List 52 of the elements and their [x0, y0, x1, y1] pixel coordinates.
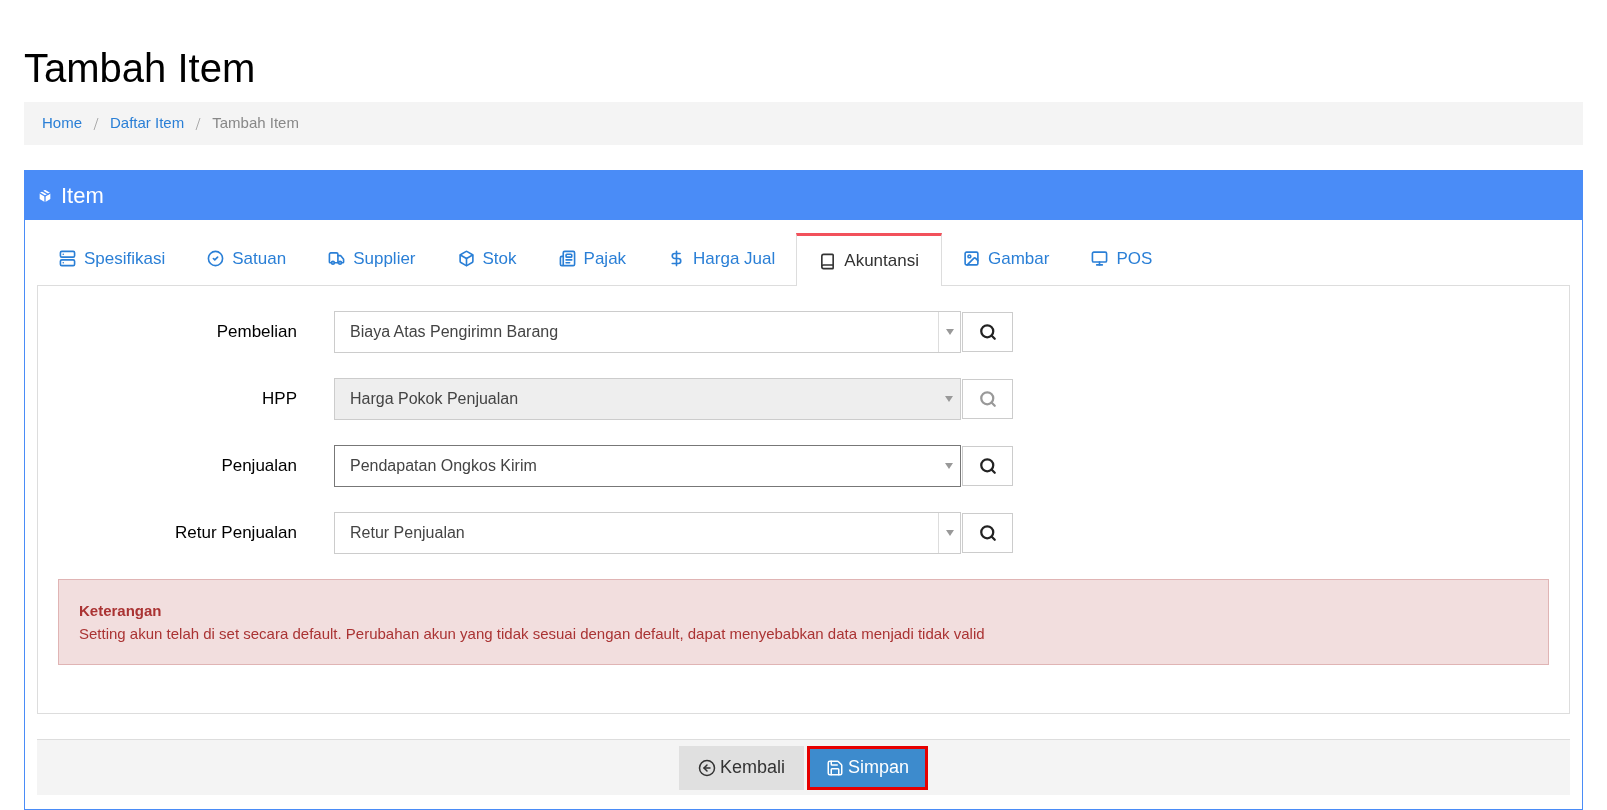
breadcrumb-separator-icon [93, 117, 99, 130]
image-icon [963, 250, 980, 267]
search-button[interactable] [962, 312, 1013, 352]
alert-title: Keterangan [79, 601, 162, 621]
table-icon [558, 250, 576, 267]
account-select[interactable]: Biaya Atas Pengirimn Barang [334, 311, 961, 353]
alert-text: Setting akun telah di set secara default. Perubahan akun yang tidak sesuai dengan default, dapat menyebabkan data menjadi tidak valid [79, 623, 985, 644]
dropdown-caret-icon [945, 530, 954, 536]
search-icon [978, 390, 997, 408]
tab[interactable]: Harga Jual [647, 232, 797, 285]
field-label: Penjualan [220, 455, 298, 478]
save-button[interactable]: Simpan [807, 745, 929, 790]
back-button[interactable]: Kembali [678, 745, 804, 790]
book-icon [819, 252, 837, 270]
field-label: Pembelian [215, 321, 298, 344]
search-icon [978, 323, 997, 341]
list-icon [59, 250, 76, 267]
breadcrumb-link[interactable]: Daftar Item [110, 112, 185, 135]
search-button[interactable] [962, 446, 1013, 486]
tab[interactable]: Spesifikasi [38, 232, 187, 285]
cube-icon [37, 187, 53, 204]
tab[interactable]: Satuan [186, 232, 308, 285]
tab[interactable]: Pajak [537, 232, 648, 285]
account-select[interactable]: Pendapatan Ongkos Kirim [334, 445, 961, 487]
left-arrow-circle-icon [697, 758, 716, 777]
dropdown-caret-icon [945, 463, 953, 469]
breadcrumb-separator-icon [195, 117, 202, 130]
search-icon [978, 457, 997, 475]
monitor-icon [1091, 250, 1109, 267]
breadcrumb-link[interactable]: Home [42, 112, 82, 135]
panel-title: Item [61, 182, 104, 210]
truck-icon [328, 250, 346, 267]
breadcrumb-current: Tambah Item [212, 113, 299, 134]
select-value: Retur Penjualan [349, 523, 466, 543]
tab[interactable]: POS [1070, 232, 1174, 285]
tab[interactable]: Akuntansi [796, 233, 942, 286]
dropdown-caret-icon [945, 396, 953, 402]
check-circle-icon [207, 250, 225, 267]
tab[interactable]: Gambar [942, 232, 1071, 285]
page-title: Tambah Item [24, 45, 256, 92]
tab[interactable]: Supplier [307, 232, 437, 285]
select-value: Harga Pokok Penjualan [349, 389, 520, 409]
search-button[interactable] [962, 513, 1013, 553]
field-label: HPP [261, 388, 298, 411]
dropdown-caret-icon [945, 329, 954, 335]
cube-icon [457, 250, 475, 267]
search-icon [978, 524, 997, 542]
tab[interactable]: Stok [436, 232, 538, 285]
select-value: Biaya Atas Pengirimn Barang [349, 322, 560, 342]
select-value: Pendapatan Ongkos Kirim [349, 456, 538, 476]
account-select[interactable]: Retur Penjualan [334, 512, 961, 554]
field-label: Retur Penjualan [174, 522, 298, 545]
